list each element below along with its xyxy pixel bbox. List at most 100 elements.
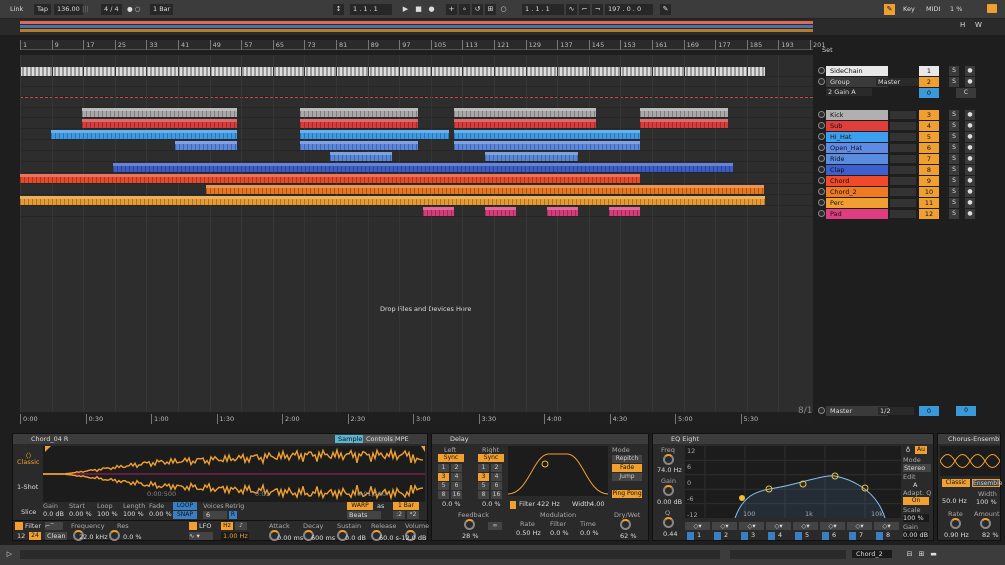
arrangement-clip[interactable] [300, 108, 418, 117]
arrangement-clip[interactable] [300, 119, 418, 128]
q-value[interactable]: 0.44 [663, 530, 677, 538]
arm-icon[interactable]: ● [965, 154, 975, 164]
arrangement-clip[interactable] [454, 108, 596, 117]
band-toggle[interactable] [768, 532, 775, 540]
play-icon[interactable] [818, 78, 825, 85]
solo-button[interactable]: S [949, 176, 959, 186]
track-name[interactable]: Pad [826, 209, 888, 219]
session-record-icon[interactable]: ○ [498, 4, 509, 15]
arm-icon[interactable]: ● [965, 121, 975, 131]
band-filter-type-icon[interactable]: ◇▾ [766, 522, 791, 530]
reenable-automation-icon[interactable]: ↺ [472, 4, 483, 15]
input-field[interactable] [890, 199, 916, 207]
solo-button[interactable]: S [949, 165, 959, 175]
eq-band[interactable]: ◇▾ 8 [874, 522, 899, 540]
arrangement-clip[interactable] [175, 141, 237, 150]
view-toggle-icon[interactable]: ⊟ [904, 549, 915, 560]
band-filter-type-icon[interactable]: ◇▾ [739, 522, 764, 530]
time-signature[interactable]: 4 / 4 [101, 4, 122, 15]
track-open_hat[interactable]: Open_Hat 6 S ● [816, 143, 984, 153]
filter-toggle[interactable] [15, 522, 23, 530]
midi-map-button[interactable]: MIDI [926, 4, 940, 15]
arm-icon[interactable]: ● [965, 77, 975, 87]
loop-length[interactable]: 197 . 0 . 0 [605, 4, 653, 15]
show-hide-h-button[interactable]: H [960, 21, 970, 31]
q-knob[interactable] [663, 517, 674, 528]
freq-knob[interactable] [663, 454, 674, 465]
arm-icon[interactable]: ● [965, 209, 975, 219]
voices-menu[interactable]: 6 [203, 511, 227, 519]
delay-time-button[interactable]: 2 [451, 464, 462, 472]
quantization-menu[interactable]: 1 Bar [150, 4, 174, 15]
arrangement-clip[interactable] [300, 130, 449, 139]
track-name[interactable]: Kick [826, 110, 888, 120]
double-button[interactable]: *2 [407, 511, 419, 519]
track-name[interactable]: Open_Hat [826, 143, 888, 153]
arrangement-clip[interactable] [485, 152, 578, 161]
mod-filter-value[interactable]: 0.0 % [550, 529, 569, 537]
scale-value[interactable]: 100 % [903, 514, 929, 522]
arrangement-clip[interactable] [640, 119, 728, 128]
arrangement-clip[interactable] [82, 108, 237, 117]
tempo-field[interactable]: 136.00 [54, 4, 83, 15]
slope-24[interactable]: 24 [29, 532, 41, 540]
delay-filter-display[interactable] [507, 446, 609, 496]
follow-icon[interactable]: ↕ [333, 4, 344, 15]
band-toggle[interactable] [822, 532, 829, 540]
headphone-icon[interactable]: ♁ [903, 446, 913, 455]
arrangement-clip[interactable] [20, 196, 765, 205]
sustain-value[interactable]: 0.0 dB [345, 534, 366, 542]
draw-mode-icon[interactable]: ✎ [660, 4, 671, 15]
tab-sample[interactable]: Sample [335, 435, 366, 443]
left-offset[interactable]: 0.0 % [442, 500, 461, 508]
solo-button[interactable]: S [949, 121, 959, 131]
eq-band[interactable]: ◇▾ 4 [766, 522, 791, 540]
output-gain-value[interactable]: 0.00 dB [903, 531, 929, 539]
play-icon[interactable]: ▶ [400, 4, 411, 15]
master-pan[interactable]: 0 [956, 406, 976, 416]
fade-value[interactable]: 0.00 % [149, 510, 172, 518]
eq-band[interactable]: ◇▾ 1 [685, 522, 710, 540]
solo-button[interactable]: S [949, 77, 959, 87]
input-field[interactable] [890, 177, 916, 185]
beat-ruler[interactable]: 1 9 17 25 33 41 49 57 65 73 81 89 97 105 113 121 129 137 1… [20, 40, 825, 50]
left-sync[interactable]: Sync [438, 454, 464, 462]
solo-button[interactable]: S [949, 187, 959, 197]
arrangement-clip[interactable] [300, 141, 418, 150]
play-icon[interactable] [818, 188, 825, 195]
right-sync[interactable]: Sync [478, 454, 504, 462]
play-icon[interactable] [818, 133, 825, 140]
delay-time-button[interactable]: 5 [438, 482, 449, 490]
mpe-toggle[interactable]: MPE [395, 434, 409, 444]
master-volume[interactable]: 0 [919, 406, 939, 416]
clip-view-icon[interactable]: ▬ [928, 549, 939, 560]
gain-value[interactable]: 0.00 dB [657, 498, 682, 506]
lfo-hz-button[interactable]: Hz [221, 522, 233, 530]
track-name[interactable]: Perc [826, 198, 888, 208]
arrangement-clip[interactable] [454, 119, 596, 128]
delay-time-button[interactable]: 3 [438, 473, 449, 481]
chain-selector[interactable]: 2 Gain A [826, 88, 872, 96]
warp-length[interactable]: 1 Bar [393, 502, 419, 510]
rate-knob[interactable] [950, 518, 961, 529]
filter-circuit-menu[interactable]: Clean [45, 532, 68, 540]
arm-icon[interactable]: ● [965, 165, 975, 175]
attack-value[interactable]: 0.00 ms [277, 534, 303, 542]
lfo-toggle[interactable] [189, 522, 197, 530]
band-toggle[interactable] [687, 532, 694, 540]
input-field[interactable] [890, 133, 916, 141]
mode-slice[interactable]: Slice [21, 508, 36, 516]
track-pad[interactable]: Pad 12 S ● [816, 209, 984, 219]
selected-track-name[interactable]: Chord_2 [852, 550, 892, 558]
loop-value[interactable]: 100 % [97, 510, 118, 518]
pan-field[interactable]: C [956, 88, 976, 98]
classic-mode[interactable]: Classic [942, 479, 970, 487]
mode-menu[interactable]: Stereo [903, 464, 931, 472]
mode-1shot[interactable]: 1-Shot [17, 483, 38, 491]
play-icon[interactable] [818, 122, 825, 129]
band-toggle[interactable] [714, 532, 721, 540]
solo-button[interactable]: S [949, 110, 959, 120]
amount-knob[interactable] [980, 518, 991, 529]
band-filter-type-icon[interactable]: ◇▾ [820, 522, 845, 530]
arrangement-clip[interactable] [485, 207, 516, 216]
